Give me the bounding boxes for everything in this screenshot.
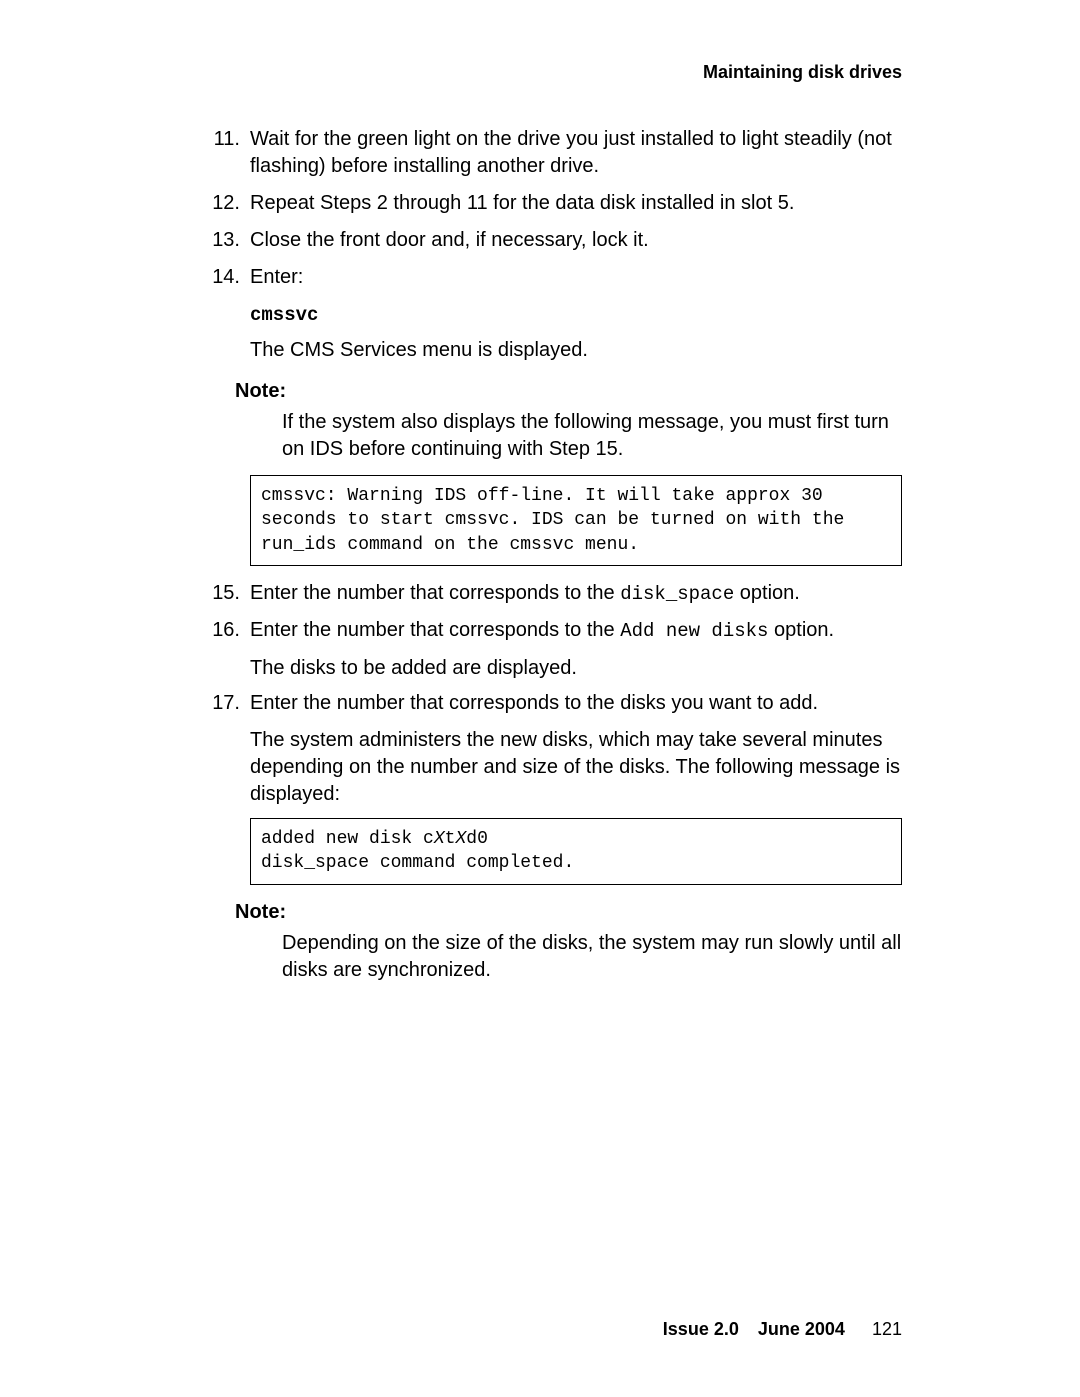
result-text: The system administers the new disks, wh… — [250, 729, 900, 805]
footer-issue: Issue 2.0 — [663, 1319, 739, 1339]
code-block-added-disk: added new disk cXtXd0 disk_space command… — [250, 818, 902, 885]
step-text: Enter: — [250, 266, 303, 288]
code-pre: added new disk c — [261, 829, 434, 849]
step-11: 11. Wait for the green light on the driv… — [220, 126, 902, 180]
step-text: Wait for the green light on the drive yo… — [250, 128, 892, 177]
footer-page-number: 121 — [872, 1319, 902, 1339]
steps-list-cont2: 17. Enter the number that corresponds to… — [220, 690, 902, 717]
note-body: If the system also displays the followin… — [282, 409, 902, 463]
footer-date: June 2004 — [758, 1319, 845, 1339]
step-17: 17. Enter the number that corresponds to… — [220, 690, 902, 717]
step-16: 16. Enter the number that corresponds to… — [220, 617, 902, 645]
inline-code: Add new disks — [620, 620, 768, 642]
text-post: option. — [768, 619, 834, 641]
inline-code: disk_space — [620, 583, 734, 605]
step-text: Enter the number that corresponds to the… — [250, 692, 818, 714]
steps-list-cont: 15. Enter the number that corresponds to… — [220, 580, 902, 645]
code-block-ids-warning: cmssvc: Warning IDS off-line. It will ta… — [250, 475, 902, 566]
command-text: cmssvc — [250, 304, 318, 326]
step-14-command: cmssvc — [250, 301, 902, 329]
step-text: Repeat Steps 2 through 11 for the data d… — [250, 192, 794, 214]
running-header: Maintaining disk drives — [178, 60, 902, 84]
text-pre: Enter the number that corresponds to the — [250, 582, 620, 604]
step-number: 15. — [192, 580, 240, 607]
result-text: The CMS Services menu is displayed. — [250, 339, 588, 361]
step-number: 13. — [192, 227, 240, 254]
step-text: Enter the number that corresponds to the… — [250, 582, 800, 604]
step-15: 15. Enter the number that corresponds to… — [220, 580, 902, 608]
step-14-result: The CMS Services menu is displayed. — [250, 337, 902, 364]
code-var-x1: X — [434, 829, 445, 849]
step-text: Close the front door and, if necessary, … — [250, 229, 649, 251]
code-var-x2: X — [455, 829, 466, 849]
step-17-result: The system administers the new disks, wh… — [250, 727, 902, 808]
text-pre: Enter the number that corresponds to the — [250, 619, 620, 641]
step-16-result: The disks to be added are displayed. — [250, 655, 902, 682]
step-number: 12. — [192, 190, 240, 217]
result-text: The disks to be added are displayed. — [250, 657, 577, 679]
step-number: 17. — [192, 690, 240, 717]
code-mid: t — [445, 829, 456, 849]
step-number: 16. — [192, 617, 240, 644]
step-number: 14. — [192, 264, 240, 291]
note-label: Note: — [235, 899, 902, 926]
step-number: 11. — [192, 126, 240, 153]
header-title: Maintaining disk drives — [703, 62, 902, 82]
note-label: Note: — [235, 378, 902, 405]
step-13: 13. Close the front door and, if necessa… — [220, 227, 902, 254]
steps-list: 11. Wait for the green light on the driv… — [220, 126, 902, 291]
page-footer: Issue 2.0 June 2004 121 — [663, 1317, 902, 1341]
step-14: 14. Enter: — [220, 264, 902, 291]
step-text: Enter the number that corresponds to the… — [250, 619, 834, 641]
note-body: Depending on the size of the disks, the … — [282, 930, 902, 984]
step-12: 12. Repeat Steps 2 through 11 for the da… — [220, 190, 902, 217]
document-page: Maintaining disk drives 11. Wait for the… — [0, 0, 1080, 1397]
text-post: option. — [734, 582, 800, 604]
